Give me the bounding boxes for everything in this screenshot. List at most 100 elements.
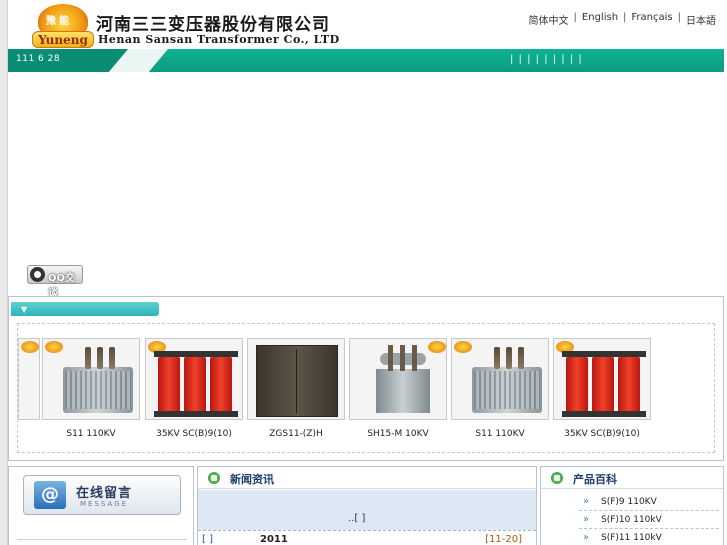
list-item[interactable]: » S(F)9 110KV xyxy=(579,493,719,511)
qq-chat-label: QQ交谈 xyxy=(48,273,76,299)
coil-shape xyxy=(210,357,232,413)
product-caption[interactable]: ZGS11-(Z)H xyxy=(237,429,355,439)
product-caption[interactable]: S11 110KV xyxy=(441,429,559,439)
news-date: [11-20] xyxy=(485,534,522,545)
news-more-link[interactable]: ..[ ] xyxy=(348,513,365,524)
news-panel-title[interactable]: 新闻资讯 xyxy=(230,471,274,487)
product-image xyxy=(553,338,651,420)
lang-link-en[interactable]: English xyxy=(579,12,621,27)
message-panel: @ 在线留言 MESSAGE xyxy=(8,466,194,545)
products-panel-title[interactable]: 产品百科 xyxy=(573,471,617,487)
product-name[interactable]: S(F)9 110KV xyxy=(601,497,657,507)
lang-link-zh[interactable]: 简体中文 xyxy=(526,12,572,27)
language-switcher: 简体中文 | English | Français | 日本語 xyxy=(526,12,719,27)
company-name-cn: 河南三三变压器股份有限公司 xyxy=(96,15,330,35)
news-panel: 新闻资讯 ..[ ] [ ] 2011 [11-20] xyxy=(197,466,537,545)
panel-divider xyxy=(17,539,187,540)
product-card[interactable]: S11 110KV xyxy=(42,338,140,439)
transformer-fins-shape xyxy=(474,371,540,409)
bushing-shape xyxy=(388,345,393,371)
news-highlight-area xyxy=(198,490,536,530)
product-image xyxy=(451,338,549,420)
product-image xyxy=(42,338,140,420)
lang-separator: | xyxy=(573,12,577,23)
substation-door-line xyxy=(296,349,297,413)
lang-separator: | xyxy=(677,12,681,23)
triangle-down-icon: ▼ xyxy=(21,305,28,314)
qq-chat-button[interactable]: QQ交谈 xyxy=(27,265,83,299)
coil-shape xyxy=(158,357,180,413)
brand-badge-icon xyxy=(21,341,39,353)
product-card[interactable]: S11 110KV xyxy=(451,338,549,439)
product-caption[interactable]: 35KV SC(B)9(10) xyxy=(135,429,253,439)
substation-box-shape xyxy=(256,345,338,417)
left-edge xyxy=(0,0,8,545)
product-carousel: S11 110KV 35KV SC(B)9(10) ZGS11-(Z)H SH1… xyxy=(17,323,715,453)
double-chevron-right-icon: » xyxy=(583,514,590,525)
lang-link-ja[interactable]: 日本語 xyxy=(683,12,719,27)
bushing-shape xyxy=(506,347,512,369)
product-image xyxy=(247,338,345,420)
bushing-shape xyxy=(412,345,417,371)
coil-shape xyxy=(566,357,588,413)
nav-menu-links[interactable]: | | | | | | | | | xyxy=(510,54,583,65)
bushing-shape xyxy=(494,347,500,369)
product-card[interactable]: SH15-M 10KV xyxy=(349,338,447,439)
product-card[interactable]: ZGS11-(Z)H xyxy=(247,338,345,439)
brand-badge-icon xyxy=(45,341,63,353)
main-nav-bar: 111 6 28 | | | | | | | | | xyxy=(8,49,724,72)
products-panel-header: 产品百科 xyxy=(541,467,723,489)
products-bullet-icon xyxy=(551,472,563,484)
bushing-shape xyxy=(85,347,91,369)
company-logo[interactable]: 豫能 Yuneng xyxy=(32,4,100,48)
lang-separator: | xyxy=(623,12,627,23)
double-chevron-right-icon: » xyxy=(583,532,590,543)
brand-badge-icon xyxy=(428,341,446,353)
product-caption[interactable]: SH15-M 10KV xyxy=(339,429,457,439)
site-header: 豫能 Yuneng 河南三三变压器股份有限公司 Henan Sansan Tra… xyxy=(8,0,727,49)
coil-shape xyxy=(592,357,614,413)
product-name[interactable]: S(F)10 110kV xyxy=(601,515,662,525)
bushing-shape xyxy=(109,347,115,369)
coil-shape xyxy=(184,357,206,413)
bushing-shape xyxy=(518,347,524,369)
logo-en-text: Yuneng xyxy=(32,31,94,48)
product-image xyxy=(145,338,243,420)
list-item[interactable]: » S(F)10 110kV xyxy=(579,511,719,529)
company-name-en: Henan Sansan Transformer Co., LTD xyxy=(98,33,340,46)
lang-link-fr[interactable]: Français xyxy=(628,12,675,27)
product-caption[interactable]: 35KV SC(B)9(10) xyxy=(543,429,661,439)
at-sign-icon: @ xyxy=(34,481,66,509)
bushing-shape xyxy=(97,347,103,369)
qq-penguin-icon xyxy=(30,267,45,282)
list-item[interactable]: » S(F)11 110kV xyxy=(579,529,719,545)
transformer-fins-shape xyxy=(65,371,131,409)
news-bullet-icon xyxy=(208,472,220,484)
message-title-en: MESSAGE xyxy=(80,500,128,508)
news-list-item[interactable]: [ ] 2011 [11-20] xyxy=(198,530,536,545)
news-panel-header: 新闻资讯 xyxy=(198,467,536,489)
news-title[interactable]: 2011 xyxy=(260,534,288,545)
news-category: [ ] xyxy=(202,534,213,545)
showcase-tab[interactable]: ▼ xyxy=(11,302,159,316)
message-title-cn: 在线留言 xyxy=(76,486,133,501)
product-card[interactable]: 35KV SC(B)9(10) xyxy=(553,338,651,439)
double-chevron-right-icon: » xyxy=(583,496,590,507)
transformer-base-shape xyxy=(154,411,238,417)
nav-right-block xyxy=(148,49,724,72)
coil-shape xyxy=(618,357,640,413)
product-encyclopedia-panel: 产品百科 » S(F)9 110KV » S(F)10 110kV » S(F)… xyxy=(540,466,724,545)
product-showcase: ▼ S11 110KV 35KV SC(B)9(10) ZGS11-(Z)H S… xyxy=(8,296,724,461)
product-image xyxy=(349,338,447,420)
oil-tank-shape xyxy=(376,369,430,413)
product-caption[interactable]: S11 110KV xyxy=(32,429,150,439)
logo-cn-text: 豫能 xyxy=(46,16,72,27)
bushing-shape xyxy=(400,345,405,371)
online-message-button[interactable]: @ 在线留言 MESSAGE xyxy=(23,475,181,515)
product-card[interactable]: 35KV SC(B)9(10) xyxy=(145,338,243,439)
brand-badge-icon xyxy=(454,341,472,353)
product-image-partial xyxy=(18,338,40,420)
nav-date-text: 111 6 28 xyxy=(16,54,61,64)
product-name[interactable]: S(F)11 110kV xyxy=(601,533,662,543)
product-card-partial[interactable] xyxy=(18,338,40,438)
